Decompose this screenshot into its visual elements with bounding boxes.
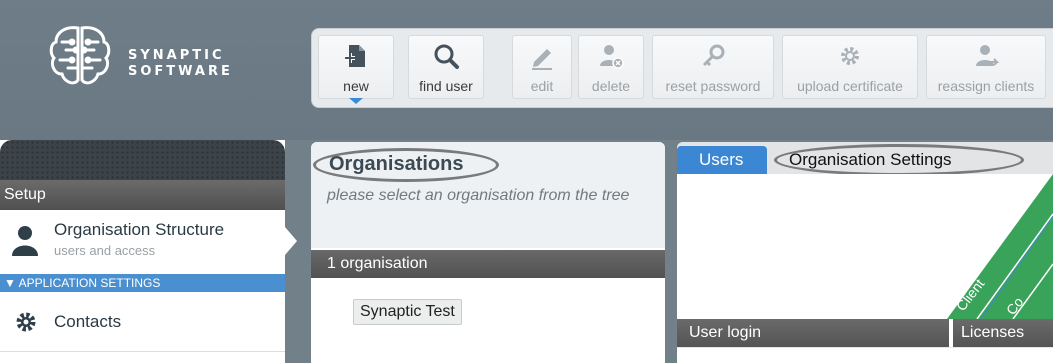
new-button[interactable]: new bbox=[318, 35, 394, 104]
sidebar-item-title: Organisation Structure bbox=[54, 220, 225, 239]
dropdown-caret-icon bbox=[349, 98, 363, 104]
highlight-ellipse bbox=[313, 148, 499, 182]
toolbar: new find user edit delete reset password… bbox=[311, 28, 1053, 108]
tab-users[interactable]: Users bbox=[677, 146, 767, 174]
brand-line1: SYNAPTIC bbox=[128, 48, 225, 63]
highlight-ellipse bbox=[774, 144, 1024, 176]
reassign-user-icon bbox=[976, 45, 1000, 66]
organisations-header: Organisations please select an organisat… bbox=[311, 142, 665, 248]
selection-pointer bbox=[285, 227, 297, 255]
delete-button-label: delete bbox=[591, 78, 631, 94]
brand-line2: SOFTWARE bbox=[128, 64, 233, 79]
new-button-label: new bbox=[343, 78, 369, 94]
pencil-icon bbox=[532, 49, 552, 70]
sidebar-item-label: Contacts bbox=[54, 312, 122, 331]
find-user-button[interactable]: find user bbox=[408, 35, 484, 99]
delete-button[interactable]: delete bbox=[578, 35, 644, 99]
expand-triangle-icon: ▼ bbox=[4, 276, 16, 290]
gear-icon bbox=[16, 312, 36, 332]
detail-panel: Users Organisation Settings Client Co Us… bbox=[677, 142, 1053, 363]
sidebar: Setup Organisation Structure users and a… bbox=[0, 140, 297, 363]
column-header-diagonals: Client Co bbox=[947, 174, 1053, 319]
reassign-clients-button[interactable]: reassign clients bbox=[926, 35, 1046, 99]
sidebar-item-organisation-structure[interactable]: Organisation Structure users and access bbox=[0, 210, 297, 272]
brand-wordmark: SYNAPTIC SOFTWARE bbox=[128, 48, 233, 80]
app-header: SYNAPTIC SOFTWARE new find user edit del… bbox=[0, 0, 1053, 140]
detail-tabs: Users Organisation Settings bbox=[677, 142, 1053, 176]
gear-icon bbox=[841, 47, 859, 65]
sidebar-header-texture bbox=[0, 140, 285, 180]
application-settings-group[interactable]: ▼ APPLICATION SETTINGS bbox=[0, 274, 285, 292]
reassign-clients-button-label: reassign clients bbox=[937, 78, 1035, 94]
column-header-licenses[interactable]: Licenses bbox=[953, 319, 1053, 347]
group-header-label: APPLICATION SETTINGS bbox=[18, 276, 161, 290]
search-icon bbox=[434, 44, 459, 69]
organisation-count: 1 organisation bbox=[311, 250, 665, 278]
edit-button[interactable]: edit bbox=[512, 35, 572, 99]
reset-password-button-label: reset password bbox=[665, 78, 761, 94]
table-row bbox=[677, 347, 1053, 363]
sidebar-item-contacts[interactable]: Contacts bbox=[0, 292, 285, 352]
organisations-hint: please select an organisation from the t… bbox=[327, 187, 630, 204]
upload-certificate-button-label: upload certificate bbox=[797, 78, 903, 94]
sidebar-item-subtitle: users and access bbox=[54, 243, 156, 258]
column-header-user-login[interactable]: User login bbox=[677, 319, 949, 347]
synaptic-logo: SYNAPTIC SOFTWARE bbox=[44, 20, 244, 96]
organisations-panel: Organisations please select an organisat… bbox=[311, 142, 665, 363]
find-user-button-label: find user bbox=[419, 78, 473, 94]
edit-button-label: edit bbox=[530, 78, 554, 94]
new-document-icon bbox=[345, 45, 365, 67]
tree-node-organisation[interactable]: Synaptic Test bbox=[353, 299, 462, 325]
key-icon bbox=[702, 44, 725, 67]
delete-user-icon bbox=[600, 45, 624, 69]
sidebar-section-setup: Setup bbox=[0, 180, 285, 210]
brain-logo-icon bbox=[49, 26, 111, 85]
reset-password-button[interactable]: reset password bbox=[652, 35, 774, 99]
person-icon bbox=[12, 226, 38, 256]
upload-certificate-button[interactable]: upload certificate bbox=[782, 35, 918, 99]
